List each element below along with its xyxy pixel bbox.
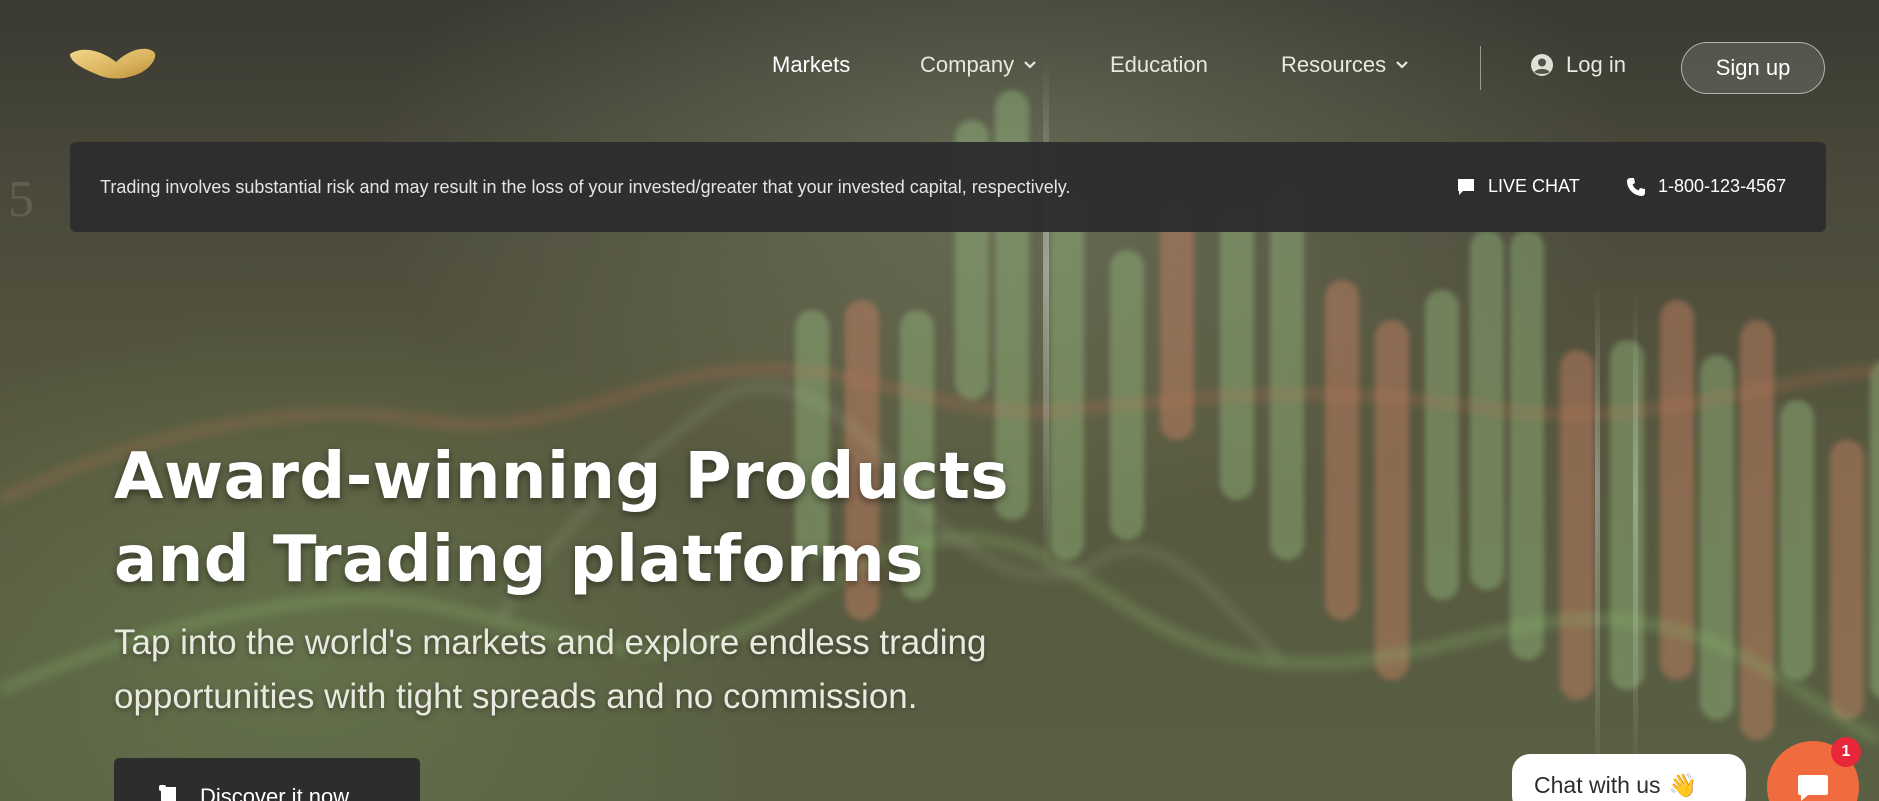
login-label: Log in xyxy=(1566,52,1626,77)
signup-button[interactable]: Sign up xyxy=(1681,42,1825,94)
chat-greeting-bubble[interactable]: Chat with us 👋 xyxy=(1512,754,1746,801)
hero-title: Award-winning Products and Trading platf… xyxy=(114,436,1014,602)
background-candle xyxy=(1110,250,1144,540)
hero-subtitle-line1: Tap into the world's markets and explore… xyxy=(114,623,987,662)
chat-greeting-text: Chat with us xyxy=(1534,772,1661,798)
nav-company-label: Company xyxy=(920,52,1015,77)
background-candle xyxy=(1700,355,1734,720)
brand-logo[interactable] xyxy=(68,40,168,90)
nav-company[interactable]: Company xyxy=(920,52,1036,78)
background-candle xyxy=(1270,190,1304,560)
unread-badge: 1 xyxy=(1831,737,1861,767)
background-digit: 5 xyxy=(8,171,34,228)
background-candle xyxy=(1160,200,1194,440)
risk-warning-bar: Trading involves substantial risk and ma… xyxy=(70,142,1826,232)
chevron-down-icon xyxy=(1396,61,1408,69)
user-circle-icon xyxy=(1531,54,1553,76)
background-candle xyxy=(1560,350,1594,700)
hero-title-line2: and Trading platforms xyxy=(114,523,924,597)
hero-title-line1: Award-winning Products xyxy=(114,440,1009,514)
live-chat-label: LIVE CHAT xyxy=(1488,176,1580,196)
risk-warning-text: Trading involves substantial risk and ma… xyxy=(100,177,1071,197)
phone-icon xyxy=(1627,177,1645,196)
discover-button[interactable]: Discover it now xyxy=(114,758,420,801)
scroll-icon xyxy=(159,785,176,801)
hero-subtitle-line2: opportunities with tight spreads and no … xyxy=(114,677,918,716)
background-candle xyxy=(1425,290,1459,600)
background-candle xyxy=(1375,320,1409,680)
background-candle xyxy=(1740,320,1774,740)
chat-icon xyxy=(1798,775,1828,801)
waving-hand-icon: 👋 xyxy=(1668,772,1698,798)
nav-resources[interactable]: Resources xyxy=(1281,52,1408,78)
background-candle xyxy=(1660,300,1694,680)
phone-number: 1-800-123-4567 xyxy=(1658,176,1787,196)
background-candle xyxy=(1050,200,1084,560)
nav-resources-label: Resources xyxy=(1281,52,1387,77)
live-chat-link[interactable]: LIVE CHAT xyxy=(1456,176,1580,197)
login-link[interactable]: Log in xyxy=(1530,52,1626,78)
nav-divider xyxy=(1480,46,1481,90)
nav-education-label: Education xyxy=(1110,52,1208,77)
chat-icon xyxy=(1458,178,1474,195)
background-candle xyxy=(1780,400,1814,680)
background-candle xyxy=(1510,230,1544,660)
background-candle xyxy=(1325,280,1359,620)
background-candle xyxy=(1220,210,1254,500)
hero-subtitle: Tap into the world's markets and explore… xyxy=(114,616,1014,724)
logo-icon xyxy=(70,48,156,79)
nav-markets[interactable]: Markets xyxy=(772,52,850,78)
nav-education[interactable]: Education xyxy=(1110,52,1208,78)
background-candle xyxy=(1610,340,1644,690)
background-candle xyxy=(1870,362,1879,698)
phone-link[interactable]: 1-800-123-4567 xyxy=(1626,176,1786,197)
background-candle xyxy=(1830,440,1864,720)
chevron-down-icon xyxy=(1024,61,1036,69)
discover-button-label: Discover it now xyxy=(200,784,350,801)
nav-markets-label: Markets xyxy=(772,52,851,77)
